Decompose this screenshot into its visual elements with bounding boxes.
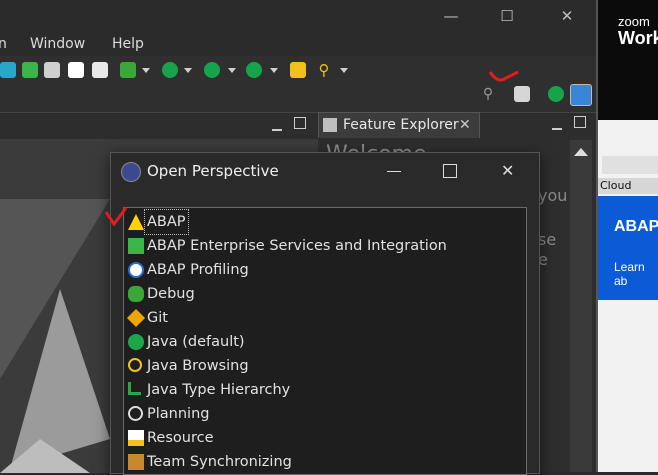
list-item[interactable]: Git — [124, 306, 524, 330]
minimize-button[interactable]: — — [428, 2, 474, 30]
list-item-label: Team Synchronizing — [147, 454, 292, 470]
list-item-label: Java (default) — [147, 334, 245, 350]
zoom-window: zoom Work Cloud ABAP Learn ab — [596, 0, 658, 472]
list-item[interactable]: Planning — [124, 402, 524, 426]
search-dropdown-icon[interactable] — [340, 68, 348, 73]
minimize-view-icon[interactable] — [272, 119, 282, 131]
team-sync-icon — [128, 454, 144, 470]
java-icon — [128, 334, 144, 350]
zoom-header: zoom Work — [598, 0, 658, 120]
list-item-label: Planning — [147, 406, 210, 422]
flag-icon[interactable] — [22, 62, 38, 78]
profiling-icon — [128, 262, 144, 278]
debug-icon — [128, 286, 144, 302]
feature-minimize-icon[interactable] — [552, 118, 562, 130]
open-perspective-icon[interactable] — [514, 86, 530, 102]
document-icon[interactable] — [92, 62, 108, 78]
card-title: ABAP — [614, 218, 658, 235]
feature-maximize-icon[interactable] — [574, 116, 586, 128]
list-item[interactable]: ABAP — [124, 209, 524, 235]
enterprise-services-icon — [128, 238, 144, 254]
list-item-label: ABAP Profiling — [147, 262, 249, 278]
open-folder-icon[interactable] — [290, 62, 306, 78]
list-item[interactable]: Resource — [124, 426, 524, 450]
list-item[interactable]: Java Browsing — [124, 354, 524, 378]
abap-icon — [128, 214, 144, 230]
dialog-title-bar: Open Perspective ✕ — [111, 153, 539, 189]
list-item-label: Debug — [147, 286, 195, 302]
tab-feature-explorer[interactable]: Feature Explorer ✕ — [318, 112, 480, 139]
feature-explorer-label: Feature Explorer — [343, 117, 459, 133]
toolbar-icon-1[interactable] — [0, 62, 16, 78]
stop-icon[interactable] — [246, 62, 262, 78]
java-browsing-icon — [128, 358, 142, 372]
welcome-text-line: you — [538, 186, 568, 205]
dialog-title: Open Perspective — [147, 162, 279, 180]
list-item-label: ABAP — [144, 209, 189, 235]
abap-card: ABAP Learn ab — [598, 196, 658, 300]
dialog-close-button[interactable]: ✕ — [501, 161, 514, 180]
java-perspective-icon[interactable] — [548, 86, 564, 102]
debug-icon[interactable] — [120, 62, 136, 78]
menu-item-window[interactable]: Window — [30, 36, 85, 52]
browser-toolbar — [602, 156, 658, 174]
perspective-list[interactable]: ABAP ABAP Enterprise Services and Integr… — [123, 207, 527, 475]
search-icon[interactable]: ⚲ — [316, 62, 332, 78]
browser-tab[interactable]: Cloud — [598, 178, 658, 194]
open-perspective-dialog: Open Perspective ✕ ABAP ABAP Enterprise … — [110, 152, 540, 475]
list-item[interactable]: Team Synchronizing — [124, 450, 524, 474]
abap-perspective-icon[interactable] — [570, 84, 592, 106]
type-hierarchy-icon — [128, 382, 141, 395]
annotation-mark-icon — [488, 70, 519, 82]
refresh-icon[interactable] — [44, 62, 60, 78]
list-item[interactable]: Java Type Hierarchy — [124, 378, 524, 402]
feature-scrollbar[interactable] — [570, 140, 592, 472]
dialog-maximize-button[interactable] — [443, 164, 457, 178]
close-tab-icon[interactable]: ✕ — [459, 117, 471, 133]
scroll-up-icon[interactable] — [574, 148, 588, 156]
dialog-minimize-button[interactable] — [387, 171, 401, 172]
close-button[interactable]: ✕ — [544, 2, 590, 30]
lock-icon[interactable] — [68, 62, 84, 78]
list-item-label: Java Browsing — [147, 358, 249, 374]
list-item-label: ABAP Enterprise Services and Integration — [147, 238, 447, 254]
run-dropdown-icon[interactable] — [184, 68, 192, 73]
list-item-label: Java Type Hierarchy — [147, 382, 291, 398]
stop-dropdown-icon[interactable] — [270, 68, 278, 73]
maximize-view-icon[interactable] — [294, 117, 306, 129]
quick-access-search-icon[interactable]: ⚲ — [480, 86, 496, 102]
list-item-label: Resource — [147, 430, 214, 446]
menu-bar: n Window Help — [0, 34, 596, 56]
coverage-dropdown-icon[interactable] — [228, 68, 236, 73]
feature-explorer-icon — [323, 118, 337, 132]
eclipse-icon — [121, 162, 141, 182]
git-icon — [126, 308, 146, 328]
welcome-text-line: se — [538, 230, 557, 249]
check-mark-icon — [104, 207, 128, 227]
list-item[interactable]: ABAP Enterprise Services and Integration — [124, 234, 524, 258]
coverage-icon[interactable] — [204, 62, 220, 78]
run-icon[interactable] — [162, 62, 178, 78]
list-item[interactable]: Debug — [124, 282, 524, 306]
list-item-label: Git — [147, 310, 168, 326]
zoom-title: Work — [618, 28, 658, 48]
menu-item-help[interactable]: Help — [112, 36, 144, 52]
planning-icon — [128, 406, 143, 421]
menu-item-navigate[interactable]: n — [0, 36, 7, 52]
debug-dropdown-icon[interactable] — [142, 68, 150, 73]
card-link[interactable]: Learn ab — [614, 260, 658, 288]
main-toolbar: ⚲ ⚲ — [0, 56, 596, 112]
title-bar: — ☐ ✕ — [0, 0, 596, 34]
zoom-logo: zoom — [618, 14, 650, 29]
maximize-button[interactable]: ☐ — [484, 2, 530, 30]
resource-icon — [128, 430, 144, 446]
list-item[interactable]: ABAP Profiling — [124, 258, 524, 282]
list-item[interactable]: Java (default) — [124, 330, 524, 354]
